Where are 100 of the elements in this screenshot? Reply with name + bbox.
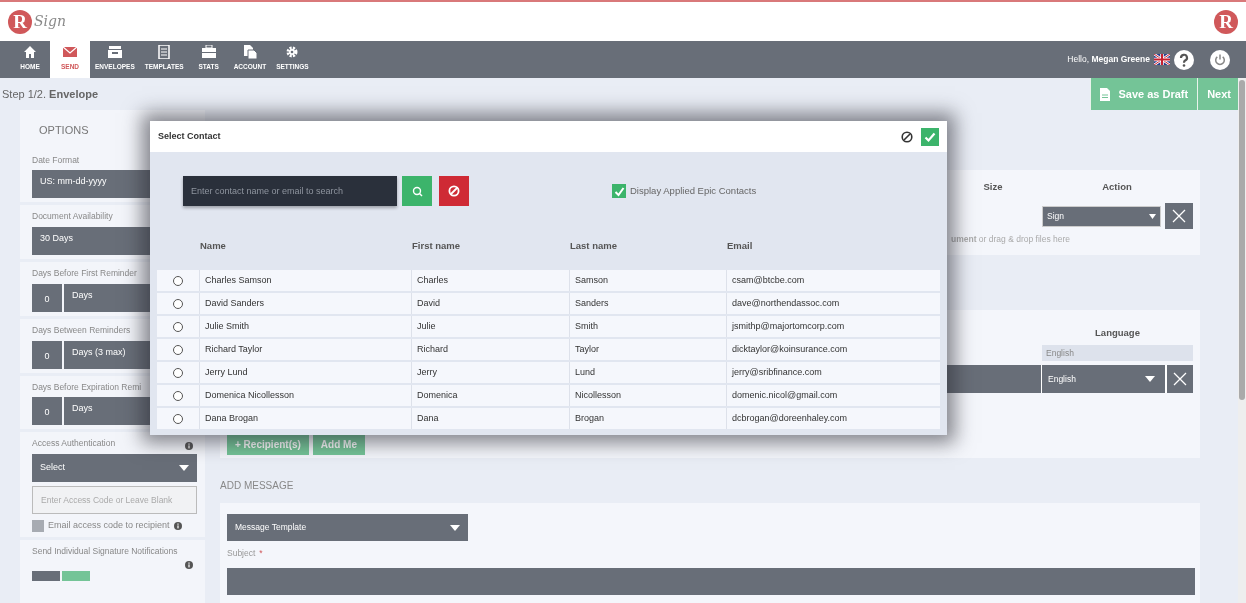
table-cell: Jerry Lund: [199, 362, 411, 383]
logo-mark: R: [1214, 9, 1238, 34]
column-header: Language: [1094, 326, 1141, 340]
radio-button[interactable]: [173, 275, 183, 286]
document-icon: [157, 45, 172, 59]
field-label: Subject: [227, 547, 256, 560]
table-cell: Jerry: [411, 362, 569, 383]
table-cell: Dana Brogan: [199, 408, 411, 429]
remove-button[interactable]: [1165, 203, 1193, 230]
checkbox-label: Email access code to recipient: [48, 519, 170, 532]
table-cell: David Sanders: [199, 293, 411, 314]
step-title: Step 1/2. Envelope: [2, 86, 98, 102]
table-cell: Lund: [569, 362, 726, 383]
toggle-switch[interactable]: [32, 569, 90, 582]
radio-button[interactable]: [173, 321, 183, 332]
table-cell: Domenica: [411, 385, 569, 406]
number-field[interactable]: 0: [32, 397, 62, 426]
flag-icon: [1154, 54, 1170, 65]
caret-icon: [1145, 376, 1155, 383]
field-label: Date Format: [32, 153, 80, 167]
table-cell: jsmithp@majortomcorp.com: [726, 316, 940, 337]
cancel-icon[interactable]: [901, 130, 913, 143]
action-select[interactable]: Sign: [1042, 205, 1161, 227]
info-icon: [185, 441, 193, 450]
field-label: Days Between Reminders: [32, 323, 131, 337]
table-cell: Nicollesson: [569, 385, 726, 406]
select-field[interactable]: Select: [32, 454, 197, 482]
section-title: OPTIONS: [39, 123, 89, 138]
user-greeting: Hello, Megan Greene: [1067, 53, 1150, 66]
caret-icon: [450, 524, 460, 531]
caret-icon: [179, 465, 189, 471]
checkbox[interactable]: [612, 184, 626, 198]
radio-button[interactable]: [173, 390, 183, 401]
field-label: Access Authentication: [32, 437, 116, 450]
search-field[interactable]: Enter contact name or email to search: [183, 176, 397, 206]
radio-button[interactable]: [173, 298, 183, 309]
field-label: Days Before Expiration Remi: [32, 380, 142, 394]
cancel-icon: [448, 185, 460, 197]
template-select[interactable]: Message Template: [227, 514, 468, 541]
checkbox-label: Display Applied Epic Contacts: [630, 183, 757, 198]
info-icon: [185, 561, 193, 570]
envelope-icon: [63, 45, 77, 59]
table-cell: csam@btcbe.com: [726, 270, 940, 291]
column-header: First name: [411, 239, 462, 253]
column-header: Size: [982, 180, 1004, 194]
radio-button[interactable]: [173, 344, 183, 355]
radio-button[interactable]: [173, 413, 183, 424]
search-icon: [411, 185, 423, 197]
table-cell: Julie Smith: [199, 316, 411, 337]
field-label: Send Individual Signature Notifications: [32, 544, 178, 558]
number-field[interactable]: 0: [32, 340, 62, 369]
info-icon: [173, 521, 182, 530]
required-mark: *: [259, 547, 263, 560]
home-icon: [23, 45, 37, 59]
close-icon: [1172, 209, 1186, 224]
table-cell: dicktaylor@koinsurance.com: [726, 339, 940, 360]
table-cell: Brogan: [569, 408, 726, 429]
table-cell: Julie: [411, 316, 569, 337]
close-icon: [1173, 372, 1187, 387]
table-cell: Charles Samson: [199, 270, 411, 291]
check-icon: [924, 130, 936, 143]
table-cell: Domenica Nicollesson: [199, 385, 411, 406]
gear-icon: [285, 45, 300, 59]
document-icon: [1100, 87, 1111, 101]
power-icon[interactable]: [1210, 49, 1230, 70]
table-cell: dcbrogan@doreenhaley.com: [726, 408, 940, 429]
table-cell: Dana: [411, 408, 569, 429]
table-cell: Taylor: [569, 339, 726, 360]
table-cell: jerry@sribfinance.com: [726, 362, 940, 383]
briefcase-icon: [201, 45, 216, 59]
table-cell: dave@northendassoc.com: [726, 293, 940, 314]
dialog-title: Select Contact: [158, 129, 221, 143]
table-cell: Richard Taylor: [199, 339, 411, 360]
column-header: Email: [726, 239, 754, 253]
table-cell: domenic.nicol@gmail.com: [726, 385, 940, 406]
radio-button[interactable]: [173, 367, 183, 378]
checkbox[interactable]: [32, 519, 44, 532]
field-label: Days Before First Reminder: [32, 267, 137, 280]
scrollbar-thumb[interactable]: [1239, 80, 1245, 400]
table-cell: Smith: [569, 316, 726, 337]
subject-field[interactable]: [227, 567, 1195, 595]
number-field[interactable]: 0: [32, 283, 62, 312]
help-icon[interactable]: [1174, 49, 1194, 70]
clear-button[interactable]: [439, 176, 469, 206]
confirm-button[interactable]: [921, 127, 939, 146]
logo-text: Sign: [34, 12, 67, 31]
table-cell: Samson: [569, 270, 726, 291]
field-label: Document Availability: [32, 210, 113, 223]
table-cell: Richard: [411, 339, 569, 360]
tray-icon: [107, 45, 122, 59]
logo-mark: R: [8, 9, 32, 34]
column-header: Action: [1101, 180, 1133, 194]
access-code-field[interactable]: Enter Access Code or Leave Blank: [32, 486, 197, 514]
table-cell: Charles: [411, 270, 569, 291]
section-title: ADD MESSAGE: [220, 479, 295, 493]
table-cell: Sanders: [569, 293, 726, 314]
language-cell: English: [1042, 345, 1193, 362]
check-icon: [613, 185, 625, 197]
table-cell: David: [411, 293, 569, 314]
column-header: Name: [199, 239, 227, 253]
